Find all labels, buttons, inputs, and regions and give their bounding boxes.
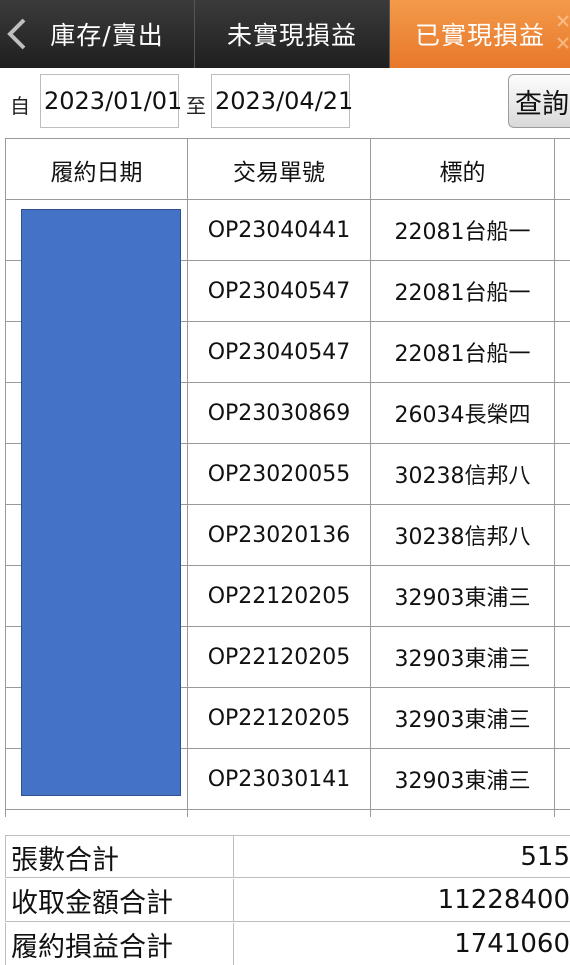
overflow-cell (554, 627, 570, 687)
target-cell: 26034長榮四 (370, 383, 554, 443)
order-no-cell: OP23040441 (187, 200, 370, 260)
total-label: 履約損益合計 (5, 923, 234, 965)
target-cell: 22081台船一 (370, 322, 554, 382)
overflow-cell (554, 505, 570, 565)
overflow-cell (554, 749, 570, 809)
target-cell: 32903東浦三 (370, 566, 554, 626)
order-no-cell: OP23040547 (187, 322, 370, 382)
target-cell: 22081台船一 (370, 200, 554, 260)
target-cell: 30238信邦八 (370, 444, 554, 504)
target-cell: 32903東浦三 (370, 627, 554, 687)
overflow-cell (554, 383, 570, 443)
table-header: 履約日期 交易單號 標的 (5, 138, 570, 200)
target-cell: 22081台船一 (370, 261, 554, 321)
header-order-no: 交易單號 (187, 139, 370, 200)
target-cell: 32903東浦三 (370, 688, 554, 748)
date-filter: 自 2023/01/01 至 2023/04/21 查詢 (0, 68, 570, 138)
header-overflow (554, 139, 570, 200)
expand-icon (557, 15, 569, 49)
tab-inventory-sell[interactable]: 庫存/賣出 (0, 0, 195, 68)
redaction-block (21, 209, 181, 796)
overflow-cell (554, 688, 570, 748)
order-no-cell: OP22120205 (187, 688, 370, 748)
tab-label: 未實現損益 (226, 21, 357, 50)
total-row-pnl: 履約損益合計 1741060 (5, 923, 570, 965)
order-no-cell: OP22120205 (187, 566, 370, 626)
order-no-cell: OP23030141 (187, 749, 370, 809)
overflow-cell (554, 200, 570, 260)
target-cell: 30238信邦八 (370, 505, 554, 565)
total-value: 1741060 (454, 929, 570, 959)
overflow-cell (554, 444, 570, 504)
total-row-lots: 張數合計 515 (5, 835, 570, 878)
query-button[interactable]: 查詢 (508, 74, 570, 128)
tab-realized-pnl[interactable]: 已實現損益 (390, 0, 570, 68)
tab-unrealized-pnl[interactable]: 未實現損益 (195, 0, 390, 68)
back-chevron-icon[interactable] (4, 17, 30, 51)
order-no-cell: OP23020055 (187, 444, 370, 504)
start-date-input[interactable]: 2023/01/01 (40, 74, 182, 128)
tab-label: 已實現損益 (414, 21, 545, 50)
target-cell: 32903東浦三 (370, 749, 554, 809)
total-row-amount: 收取金額合計 11228400 (5, 879, 570, 922)
order-no-cell: OP23020136 (187, 505, 370, 565)
total-value: 11228400 (437, 885, 570, 915)
tab-bar: 庫存/賣出 未實現損益 已實現損益 (0, 0, 570, 68)
order-no-cell: OP23030869 (187, 383, 370, 443)
order-no-cell: OP22120205 (187, 627, 370, 687)
total-label: 收取金額合計 (5, 879, 234, 921)
end-date-input[interactable]: 2023/04/21 (211, 74, 353, 128)
total-label: 張數合計 (5, 836, 234, 878)
total-value: 515 (520, 842, 570, 872)
overflow-cell (554, 261, 570, 321)
order-no-cell: OP23040547 (187, 261, 370, 321)
header-target: 標的 (370, 139, 554, 200)
overflow-cell (554, 566, 570, 626)
overflow-cell (554, 322, 570, 382)
table-continuation (5, 801, 570, 817)
tab-label: 庫存/賣出 (50, 21, 164, 50)
header-settle-date: 履約日期 (5, 139, 187, 200)
to-label: 至 (186, 94, 206, 118)
from-label: 自 (10, 94, 30, 118)
